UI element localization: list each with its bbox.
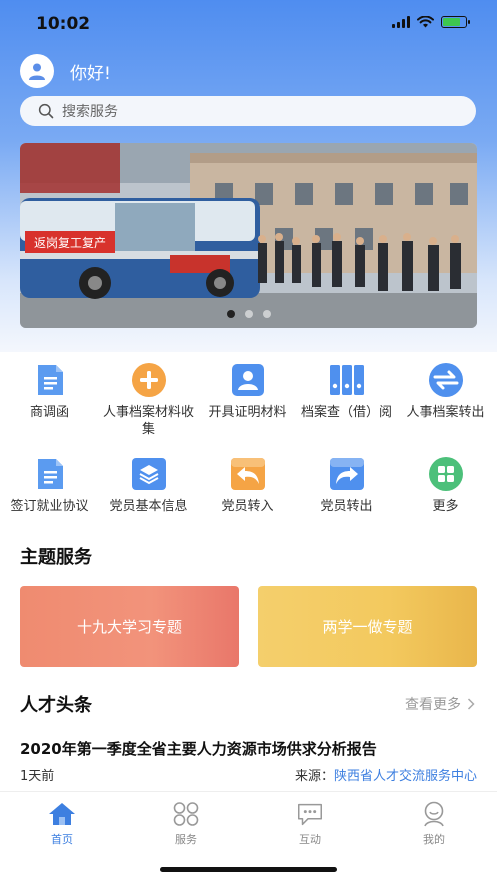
avatar[interactable] [20, 54, 54, 88]
chevron-right-icon [467, 698, 475, 710]
greeting-text: 你好! [70, 63, 111, 84]
search-icon [38, 103, 54, 119]
tab-label: 我的 [423, 833, 445, 846]
search-placeholder: 搜索服务 [62, 104, 118, 120]
service-item-file-query[interactable]: 档案查（借）阅 [297, 362, 396, 421]
theme-card-nineteenth-congress[interactable]: 十九大学习专题 [20, 586, 239, 667]
service-label: 党员转出 [320, 499, 373, 514]
document-icon [32, 456, 68, 492]
carousel-dot[interactable] [244, 310, 253, 318]
user-icon [29, 63, 45, 80]
service-label: 档案查（借）阅 [300, 405, 392, 420]
home-icon [47, 800, 77, 828]
service-item-employment-agreement[interactable]: 签订就业协议 [0, 456, 99, 515]
service-label: 签订就业协议 [10, 499, 89, 514]
view-more-link[interactable]: 查看更多 [405, 694, 475, 714]
banner-carousel[interactable]: 返岗复工复产 [20, 143, 477, 328]
status-icons [392, 16, 470, 28]
banner-sign: 返岗复工复产 [34, 236, 106, 250]
signal-icon [392, 16, 410, 28]
service-label: 人事档案转出 [406, 405, 485, 420]
service-item-transfer-letter[interactable]: 商调函 [0, 362, 99, 421]
plus-circle-icon [131, 362, 167, 398]
status-bar: 10:02 [0, 0, 497, 48]
theme-card-label: 十九大学习专题 [76, 618, 182, 636]
news-item-meta: 1天前 来源：陕西省人才交流服务中心 [20, 765, 477, 784]
service-item-file-collection[interactable]: 人事档案材料收集 [99, 362, 198, 438]
chat-icon [295, 800, 325, 828]
service-label: 开具证明材料 [208, 405, 287, 420]
theme-card-two-studies[interactable]: 两学一做专题 [258, 586, 477, 667]
search-input[interactable]: 搜索服务 [20, 96, 476, 126]
service-label: 党员转入 [221, 499, 274, 514]
document-icon [32, 362, 68, 398]
tab-interaction[interactable]: 互动 [270, 800, 350, 847]
transfer-icon [428, 362, 464, 398]
reply-icon [230, 456, 266, 492]
tab-home[interactable]: 首页 [22, 800, 102, 847]
tab-label: 首页 [51, 833, 73, 846]
news-source[interactable]: 陕西省人才交流服务中心 [334, 769, 477, 784]
banner-photo: 返岗复工复产 [20, 143, 477, 328]
service-label: 党员基本信息 [109, 499, 188, 514]
carousel-dot[interactable] [262, 310, 271, 318]
files-icon [329, 362, 365, 398]
service-item-certificate[interactable]: 开具证明材料 [198, 362, 297, 421]
theme-section-title: 主题服务 [20, 547, 92, 568]
carousel-dots [20, 310, 477, 318]
service-item-member-info[interactable]: 党员基本信息 [99, 456, 198, 515]
tab-label: 服务 [175, 833, 197, 846]
news-item-time: 1天前 [20, 769, 55, 784]
user-card-icon [230, 362, 266, 398]
tab-services[interactable]: 服务 [146, 800, 226, 847]
service-label: 更多 [432, 499, 459, 514]
service-label: 人事档案材料收集 [102, 405, 194, 437]
services-icon [171, 800, 201, 828]
theme-card-label: 两学一做专题 [322, 618, 413, 636]
carousel-dot[interactable] [226, 310, 235, 318]
news-section-title: 人才头条 [20, 695, 92, 716]
news-item-title[interactable]: 2020年第一季度全省主要人力资源市场供求分析报告 [20, 738, 377, 759]
service-item-member-transfer-out[interactable]: 党员转出 [297, 456, 396, 515]
view-more-label: 查看更多 [405, 697, 461, 713]
home-indicator [160, 867, 337, 872]
service-item-more[interactable]: 更多 [396, 456, 495, 515]
service-item-member-transfer-in[interactable]: 党员转入 [198, 456, 297, 515]
status-time: 10:02 [36, 14, 91, 34]
battery-icon [441, 16, 470, 28]
service-label: 商调函 [29, 405, 69, 420]
layers-icon [131, 456, 167, 492]
tab-label: 互动 [299, 833, 321, 846]
service-item-file-transfer-out[interactable]: 人事档案转出 [396, 362, 495, 421]
tab-profile[interactable]: 我的 [394, 800, 474, 847]
forward-icon [329, 456, 365, 492]
greeting-row: 你好! [20, 54, 111, 88]
profile-icon [419, 800, 449, 828]
grid-icon [428, 456, 464, 492]
wifi-icon [417, 16, 434, 28]
news-source-label: 来源： [294, 769, 334, 784]
